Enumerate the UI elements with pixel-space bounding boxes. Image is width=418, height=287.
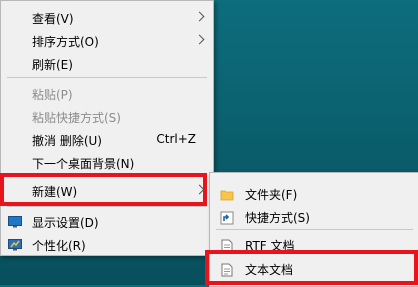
menu-item-next-desktop-background[interactable]: 下一个桌面背景(N) <box>1 151 213 174</box>
menu-item-label: 粘贴(P) <box>32 88 73 102</box>
menu-item-display-settings[interactable]: 显示设置(D) <box>1 210 213 233</box>
menu-item-sort-by[interactable]: 排序方式(O) <box>1 29 213 52</box>
menu-item-view[interactable]: 查看(V) <box>1 6 213 29</box>
menu-item-label: 粘贴快捷方式(S) <box>32 111 121 125</box>
menu-item-undo-delete[interactable]: 撤消 删除(U) Ctrl+Z <box>1 128 213 151</box>
menu-separator <box>216 229 413 230</box>
shortcut-icon <box>220 211 234 224</box>
submenu-item-shortcut[interactable]: 快捷方式(S) <box>210 205 418 228</box>
menu-item-label: 个性化(R) <box>32 239 86 253</box>
menu-item-shortcut: Ctrl+Z <box>156 132 196 146</box>
highlight-box-new <box>0 173 207 206</box>
menu-separator <box>7 206 207 207</box>
menu-item-label: 显示设置(D) <box>32 216 99 230</box>
submenu-item-folder[interactable]: 文件夹(F) <box>210 182 418 205</box>
submenu-arrow-icon <box>194 34 205 45</box>
menu-item-label: 查看(V) <box>32 12 74 26</box>
desktop-context-menu: 查看(V) 排序方式(O) 刷新(E) 粘贴(P) 粘贴快捷方式(S) 撤消 删… <box>0 0 214 256</box>
highlight-box-text-document <box>205 250 418 285</box>
submenu-item-label: 快捷方式(S) <box>245 211 310 225</box>
folder-icon <box>220 188 234 200</box>
submenu-arrow-icon <box>194 11 205 22</box>
menu-item-paste[interactable]: 粘贴(P) <box>1 82 213 105</box>
display-settings-icon <box>8 215 22 228</box>
menu-item-label: 撤消 删除(U) <box>32 134 102 148</box>
menu-item-paste-shortcut[interactable]: 粘贴快捷方式(S) <box>1 105 213 128</box>
menu-separator <box>7 77 207 78</box>
menu-item-label: 下一个桌面背景(N) <box>32 157 135 171</box>
submenu-item-label: 文件夹(F) <box>245 188 298 202</box>
menu-item-label: 排序方式(O) <box>32 35 99 49</box>
menu-item-personalize[interactable]: 个性化(R) <box>1 233 213 256</box>
rtf-document-icon <box>220 239 234 252</box>
menu-item-label: 刷新(E) <box>32 58 73 72</box>
menu-item-refresh[interactable]: 刷新(E) <box>1 52 213 75</box>
personalize-icon <box>8 238 22 251</box>
